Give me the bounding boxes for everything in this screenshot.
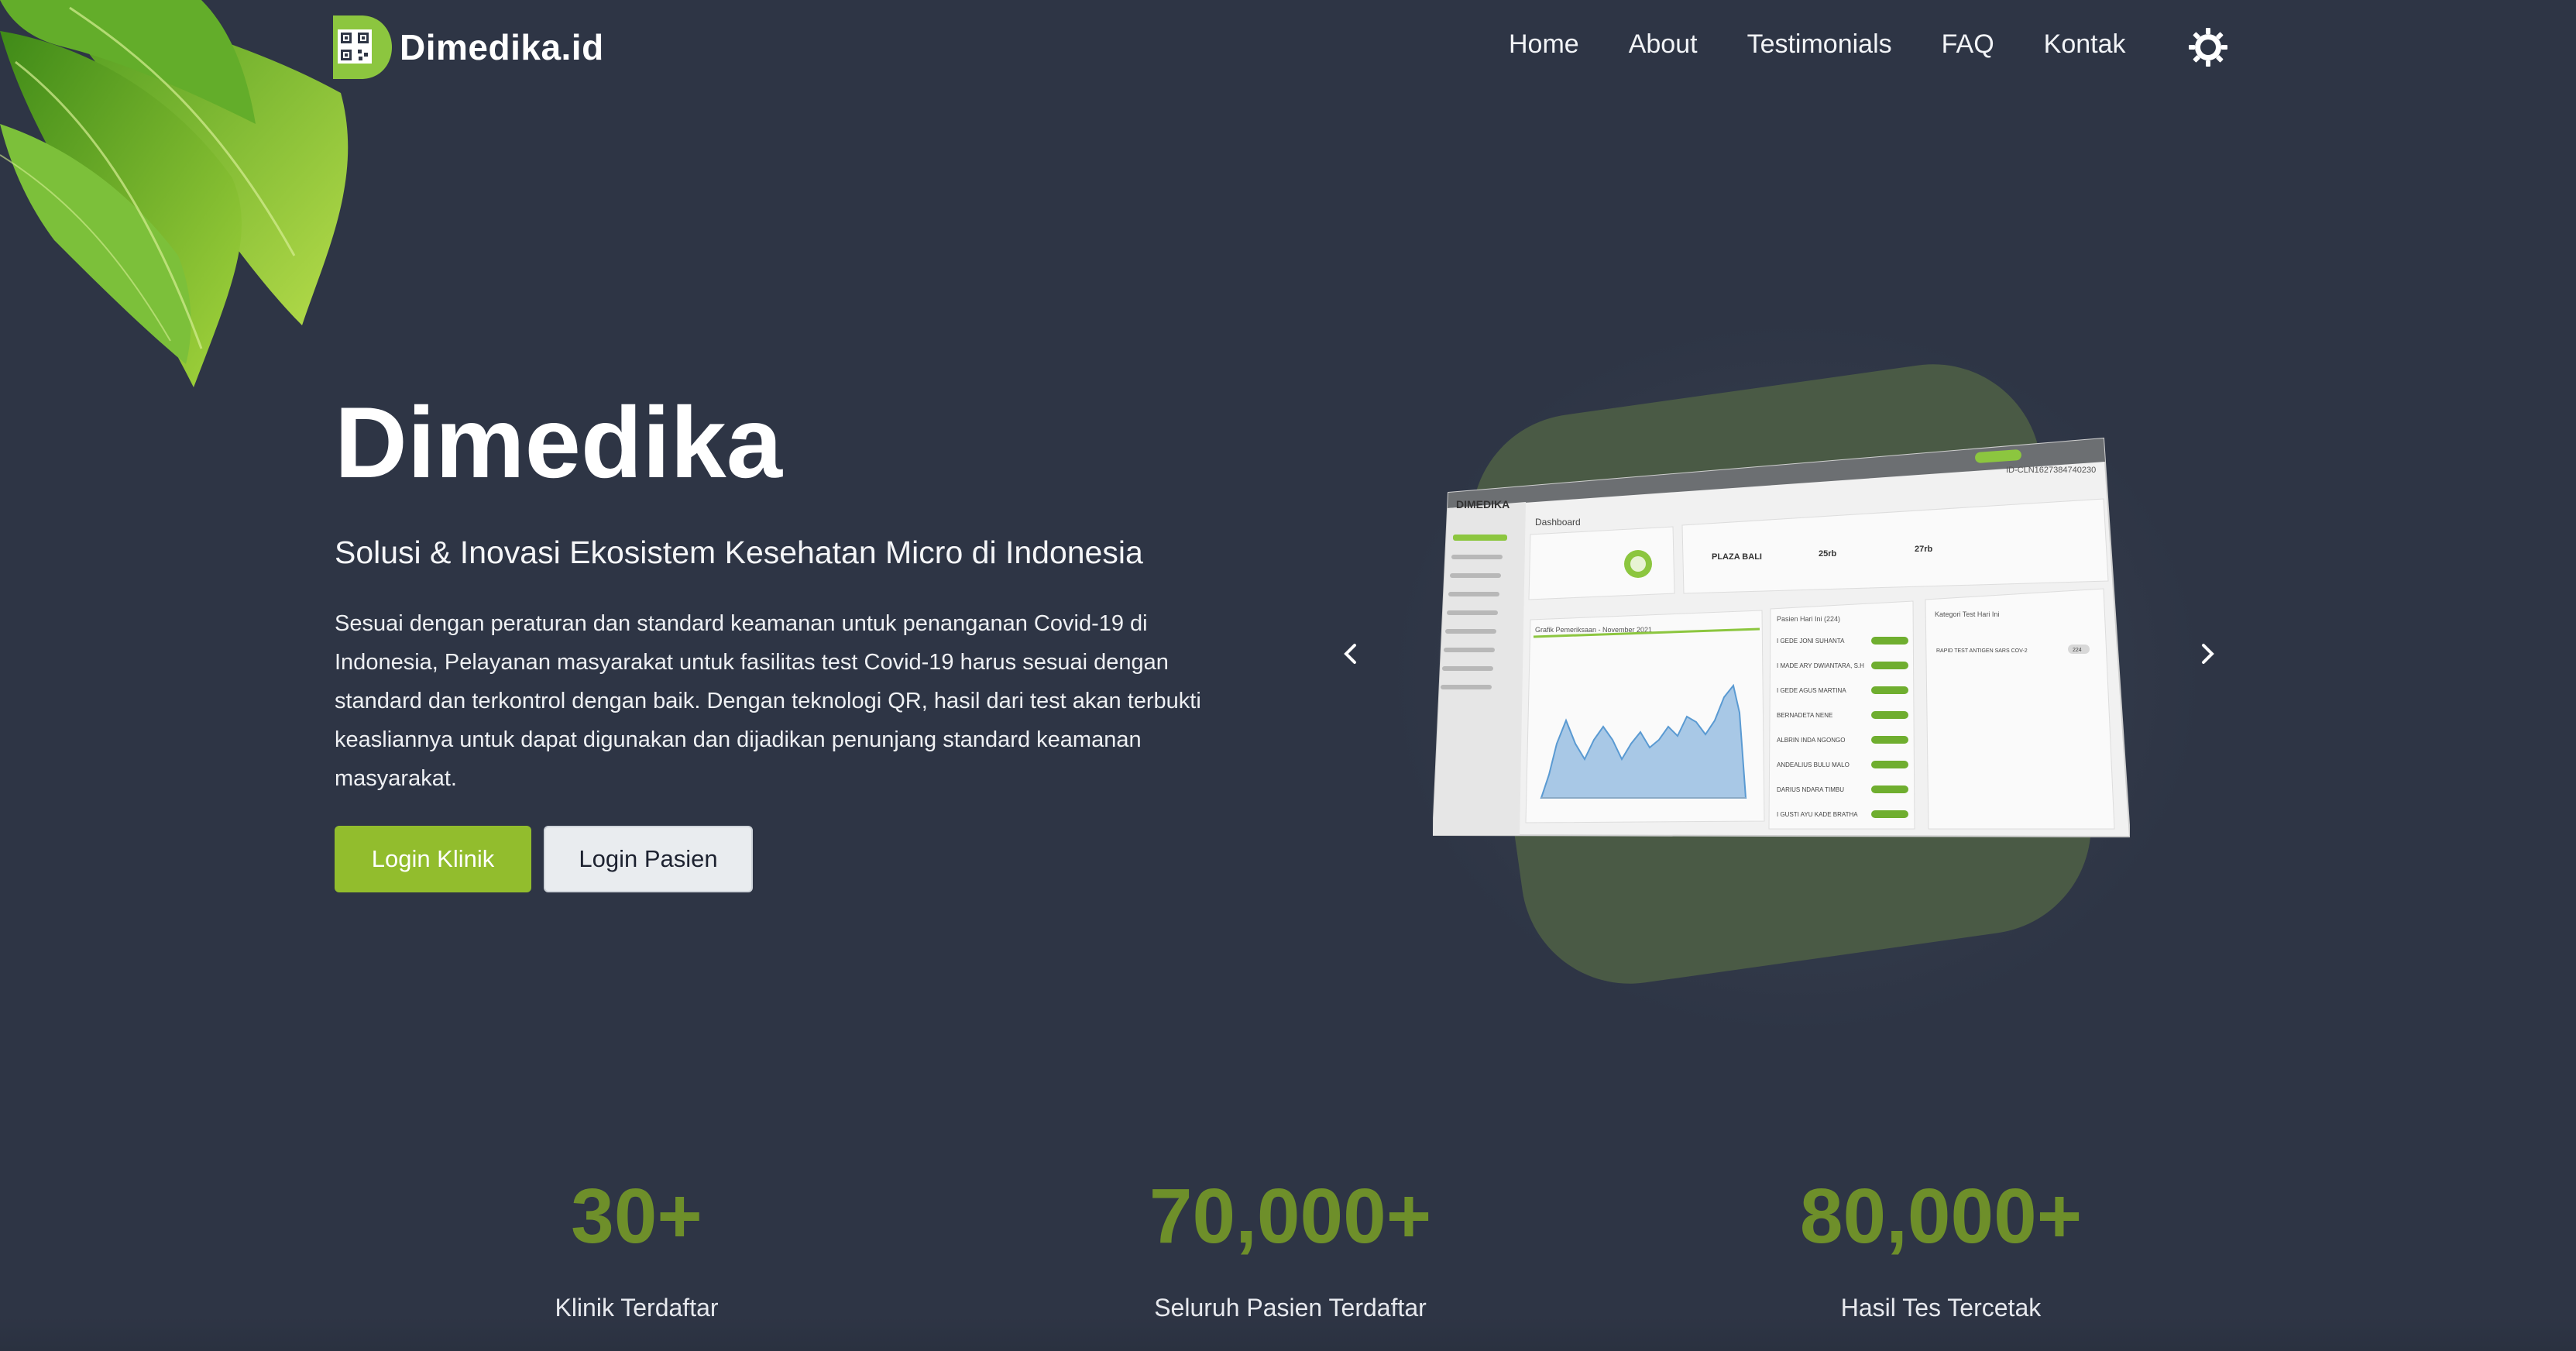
nav-about[interactable]: About [1629, 29, 1698, 60]
nav-home[interactable]: Home [1509, 29, 1579, 60]
mockup-stat-2: 27rb [1915, 545, 1933, 554]
nav-testimonials[interactable]: Testimonials [1747, 29, 1892, 60]
login-pasien-button[interactable]: Login Pasien [544, 826, 753, 892]
brand[interactable]: Dimedika.id [333, 15, 604, 79]
mockup-patient: I GEDE JONI SUHANTA [1777, 638, 1845, 645]
mockup-patient: ALBRIN INDA NGONGO [1777, 737, 1845, 744]
mockup-patient: I MADE ARY DWIANTARA, S.H [1777, 662, 1864, 669]
hero-title: Dimedika [335, 386, 783, 499]
mockup-patient: I GEDE AGUS MARTINA [1777, 687, 1846, 694]
chevron-left-icon[interactable] [1327, 631, 1374, 677]
bottom-fade [0, 1317, 2576, 1351]
nav-kontak[interactable]: Kontak [2044, 29, 2126, 60]
nav-links: Home About Testimonials FAQ Kontak [1509, 29, 2176, 60]
mockup-patient: ANDEALIUS BULU MALO [1777, 761, 1850, 768]
qr-code-icon [333, 15, 392, 79]
hero-subtitle: Solusi & Inovasi Ekosistem Kesehatan Mic… [335, 535, 1143, 570]
chevron-right-icon[interactable] [2184, 631, 2231, 677]
stat-pasien: 70,000+ Seluruh Pasien Terdaftar [1058, 1177, 1523, 1322]
mockup-page-title: Dashboard [1535, 517, 1581, 528]
stat-value: 30+ [571, 1173, 702, 1260]
dashboard-mockup: DIMEDIKA Dashboard ID-CLN1627384740230 P… [1431, 434, 2131, 844]
mockup-stat-1: 25rb [1819, 549, 1837, 559]
mockup-patient: BERNADETA NENE [1777, 712, 1832, 719]
mockup-category-title: Kategori Test Hari Ini [1935, 610, 1999, 618]
nav-faq[interactable]: FAQ [1942, 29, 1994, 60]
stat-value: 70,000+ [1149, 1173, 1432, 1260]
brand-name: Dimedika.id [400, 27, 604, 67]
mockup-stat-location: PLAZA BALI [1712, 552, 1762, 562]
mockup-patient: I GUSTI AYU KADE BRATHA [1777, 811, 1858, 818]
mockup-category-count: 224 [2073, 648, 2082, 653]
navbar: Dimedika.id Home About Testimonials FAQ … [0, 0, 2576, 96]
login-klinik-button[interactable]: Login Klinik [335, 826, 531, 892]
stat-klinik: 30+ Klinik Terdaftar [404, 1177, 869, 1322]
landing-page: Dimedika.id Home About Testimonials FAQ … [0, 0, 2576, 1351]
hero-description: Sesuai dengan peraturan dan standard kea… [335, 611, 1201, 791]
sun-icon[interactable] [2187, 26, 2229, 68]
mockup-patients-title: Pasien Hari Ini (224) [1777, 615, 1840, 623]
mockup-category-item: RAPID TEST ANTIGEN SARS COV-2 [1936, 648, 2028, 654]
mockup-patient: DARIUS NDARA TIMBU [1777, 786, 1844, 793]
stat-value: 80,000+ [1799, 1173, 2083, 1260]
mockup-brand: DIMEDIKA [1456, 498, 1510, 510]
stat-hasil-tes: 80,000+ Hasil Tes Tercetak [1709, 1177, 2173, 1322]
mockup-id: ID-CLN1627384740230 [2006, 466, 2096, 475]
